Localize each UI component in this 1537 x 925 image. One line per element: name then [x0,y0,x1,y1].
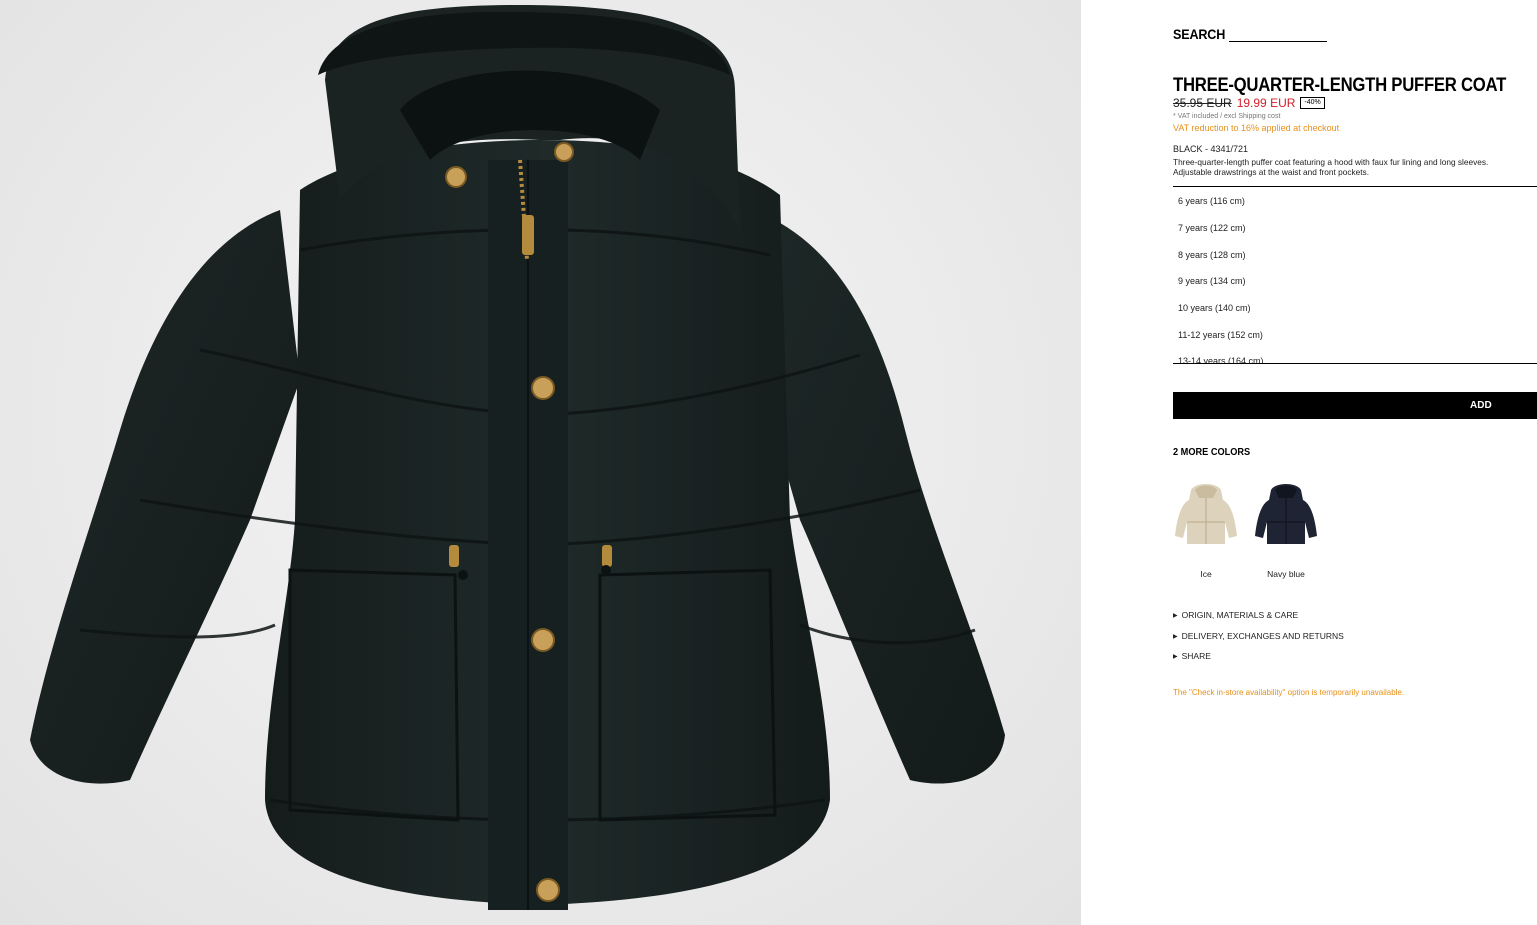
size-option[interactable]: 6 years (116 cm) [1178,196,1245,206]
product-description: Three-quarter-length puffer coat featuri… [1173,157,1537,177]
caret-right-icon: ▶ [1173,653,1178,660]
search-label: SEARCH [1173,26,1226,42]
swatch-label: Navy blue [1267,569,1305,579]
add-to-cart-button[interactable]: ADD [1173,392,1537,419]
price-row: 35.95 EUR 19.99 EUR -40% [1173,96,1325,110]
swatch-label: Ice [1200,569,1212,579]
size-option[interactable]: 9 years (134 cm) [1178,276,1246,286]
accordion-label: ORIGIN, MATERIALS & CARE [1181,610,1299,620]
sale-price: 19.99 EUR [1236,96,1296,110]
size-option[interactable]: 7 years (122 cm) [1178,223,1246,233]
vat-note: * VAT included / excl Shipping cost [1173,113,1281,120]
add-button-label: ADD [1470,400,1492,411]
search-input[interactable] [1228,30,1327,42]
size-option[interactable]: 13-14 years (164 cm) [1178,356,1264,363]
color-swatch-navy-blue[interactable]: Navy blue [1253,478,1319,579]
vat-reduction-note: VAT reduction to 16% applied at checkout [1173,123,1340,133]
product-details-panel: SEARCH THREE-QUARTER-LENGTH PUFFER COAT … [1081,0,1537,925]
description-line: Adjustable drawstrings at the waist and … [1173,167,1370,177]
swatch-image [1173,478,1239,550]
old-price: 35.95 EUR [1173,96,1232,110]
store-availability-notice: The "Check in-store availability" option… [1173,688,1405,697]
discount-badge: -40% [1300,97,1325,109]
product-title: THREE-QUARTER-LENGTH PUFFER COAT [1173,75,1507,96]
accordion-share[interactable]: ▶ SHARE [1173,651,1211,661]
accordion-label: SHARE [1181,651,1211,661]
caret-right-icon: ▶ [1173,633,1178,640]
more-colors-heading: 2 MORE COLORS [1173,447,1251,458]
size-option[interactable]: 8 years (128 cm) [1178,250,1246,260]
product-image[interactable] [0,0,1081,925]
caret-right-icon: ▶ [1173,612,1178,619]
accordion-delivery-exchanges-returns[interactable]: ▶ DELIVERY, EXCHANGES AND RETURNS [1173,631,1344,641]
color-swatch-ice[interactable]: Ice [1173,478,1239,579]
size-option[interactable]: 10 years (140 cm) [1178,303,1251,313]
color-reference: BLACK - 4341/721 [1173,144,1249,154]
swatch-image [1253,478,1319,550]
accordion-origin-materials-care[interactable]: ▶ ORIGIN, MATERIALS & CARE [1173,610,1298,620]
search-bar[interactable]: SEARCH [1173,26,1327,42]
description-line: Three-quarter-length puffer coat featuri… [1173,157,1489,167]
accordion-label: DELIVERY, EXCHANGES AND RETURNS [1181,631,1344,641]
size-selector[interactable]: 6 years (116 cm) 7 years (122 cm) 8 year… [1173,186,1537,364]
size-option[interactable]: 11-12 years (152 cm) [1178,330,1263,340]
coat-illustration [30,5,1005,910]
